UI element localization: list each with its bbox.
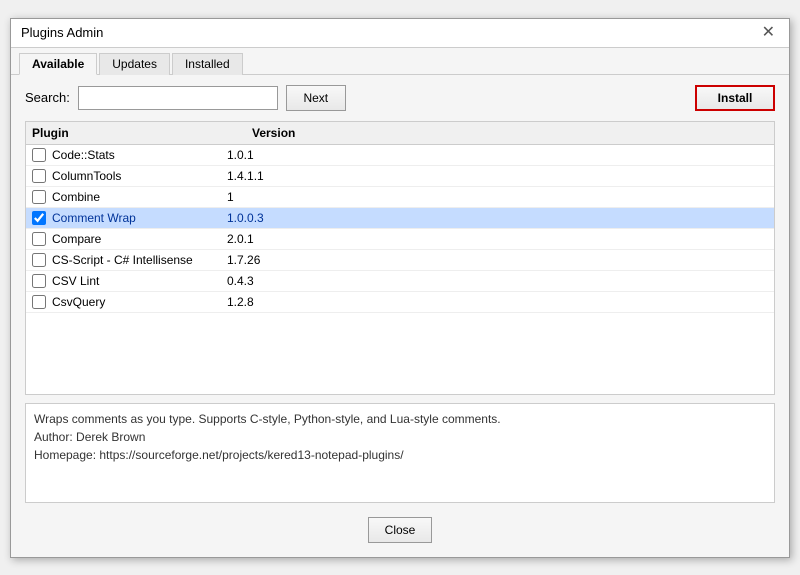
plugin-name: CSV Lint <box>52 274 99 288</box>
table-body[interactable]: Code::Stats 1.0.1ColumnTools 1.4.1.1Combin… <box>26 145 774 394</box>
plugin-name: Code::Stats <box>52 148 115 162</box>
plugin-version: 1.7.26 <box>227 253 327 267</box>
search-input[interactable] <box>78 86 278 110</box>
close-button[interactable]: Close <box>368 517 433 543</box>
next-button[interactable]: Next <box>286 85 346 111</box>
plugin-name: Comment Wrap <box>52 211 136 225</box>
plugin-table: Plugin Version Code::Stats 1.0.1ColumnToo… <box>25 121 775 395</box>
col-plugin-header: Plugin <box>32 126 252 140</box>
table-row[interactable]: CsvQuery 1.2.8 <box>26 292 774 313</box>
plugin-version: 1.0.1 <box>227 148 327 162</box>
plugin-checkbox[interactable] <box>32 253 46 267</box>
tab-updates[interactable]: Updates <box>99 53 170 75</box>
toolbar-left: Search: Next <box>25 85 346 111</box>
plugin-checkbox[interactable] <box>32 148 46 162</box>
plugin-name: CS-Script - C# Intellisense <box>52 253 193 267</box>
search-label: Search: <box>25 90 70 105</box>
table-row[interactable]: Code::Stats 1.0.1 <box>26 145 774 166</box>
table-row[interactable]: CS-Script - C# Intellisense 1.7.26 <box>26 250 774 271</box>
plugin-checkbox[interactable] <box>32 232 46 246</box>
table-header: Plugin Version <box>26 122 774 145</box>
dialog-title: Plugins Admin <box>21 25 103 40</box>
table-row[interactable]: CSV Lint 0.4.3 <box>26 271 774 292</box>
plugin-checkbox[interactable] <box>32 169 46 183</box>
content-area: Plugin Version Code::Stats 1.0.1ColumnToo… <box>11 121 789 503</box>
tab-available[interactable]: Available <box>19 53 97 75</box>
col-version-header: Version <box>252 126 352 140</box>
close-icon[interactable]: ✕ <box>758 25 779 41</box>
plugins-admin-dialog: Plugins Admin ✕ Available Updates Instal… <box>10 18 790 558</box>
plugin-version: 1 <box>227 190 327 204</box>
footer: Close <box>11 503 789 557</box>
table-row[interactable]: Combine 1 <box>26 187 774 208</box>
install-button[interactable]: Install <box>695 85 775 111</box>
table-row[interactable]: Compare 2.0.1 <box>26 229 774 250</box>
plugin-version: 2.0.1 <box>227 232 327 246</box>
tabs-bar: Available Updates Installed <box>11 48 789 75</box>
plugin-name: Compare <box>52 232 101 246</box>
plugin-name: CsvQuery <box>52 295 105 309</box>
toolbar: Search: Next Install <box>11 75 789 121</box>
table-row[interactable]: Comment Wrap 1.0.0.3 <box>26 208 774 229</box>
title-bar: Plugins Admin ✕ <box>11 19 789 48</box>
plugin-version: 1.2.8 <box>227 295 327 309</box>
plugin-name: ColumnTools <box>52 169 121 183</box>
plugin-version: 1.0.0.3 <box>227 211 327 225</box>
table-row[interactable]: ColumnTools 1.4.1.1 <box>26 166 774 187</box>
plugin-checkbox[interactable] <box>32 211 46 225</box>
plugin-version: 1.4.1.1 <box>227 169 327 183</box>
plugin-checkbox[interactable] <box>32 190 46 204</box>
plugin-checkbox[interactable] <box>32 274 46 288</box>
description-text: Wraps comments as you type. Supports C-s… <box>34 412 501 462</box>
plugin-checkbox[interactable] <box>32 295 46 309</box>
tab-installed[interactable]: Installed <box>172 53 243 75</box>
description-box: Wraps comments as you type. Supports C-s… <box>25 403 775 503</box>
plugin-name: Combine <box>52 190 100 204</box>
plugin-version: 0.4.3 <box>227 274 327 288</box>
